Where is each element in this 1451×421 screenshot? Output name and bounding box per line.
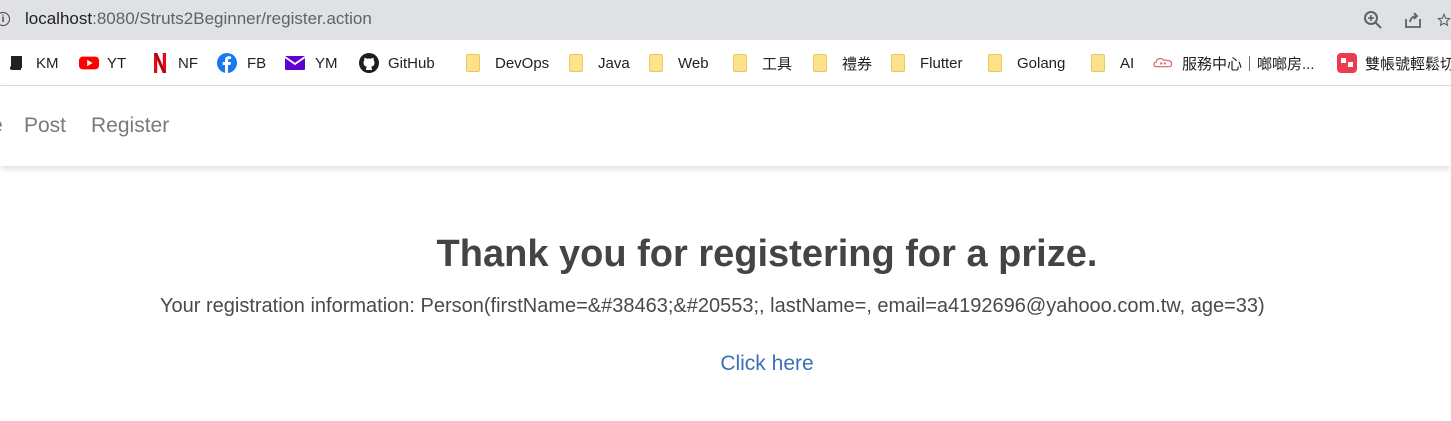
nav-link-register[interactable]: Register — [91, 114, 169, 138]
page-heading: Thank you for registering for a prize. — [436, 233, 1098, 275]
folder-icon — [730, 53, 750, 73]
app-icon — [1337, 53, 1357, 73]
bookmark-yt[interactable]: YT — [79, 52, 126, 74]
bookmark-nf[interactable]: NF — [150, 52, 198, 74]
service-icon — [1153, 53, 1173, 73]
bookmark-folder-flutter[interactable]: Flutter — [888, 52, 963, 74]
folder-icon — [566, 53, 586, 73]
bookmark-service-center[interactable]: 服務中心｜啷啷房... — [1153, 52, 1315, 74]
bookmark-folder-java[interactable]: Java — [566, 52, 630, 74]
folder-icon — [646, 53, 666, 73]
bookmark-fb[interactable]: FB — [217, 52, 266, 74]
site-info-icon[interactable]: i — [0, 12, 10, 26]
github-icon — [359, 53, 379, 73]
bookmark-label: DevOps — [495, 54, 550, 72]
bookmark-label: Java — [598, 54, 630, 72]
bookmark-folder-devops[interactable]: DevOps — [463, 52, 549, 74]
bookmark-star-icon[interactable] — [1437, 8, 1451, 32]
folder-icon — [888, 53, 908, 73]
bookmark-ym[interactable]: YM — [285, 52, 338, 74]
bookmark-label: 工具 — [762, 55, 793, 73]
address-bar-actions — [1345, 8, 1451, 32]
zoom-icon[interactable] — [1361, 8, 1385, 32]
bookmark-label: Web — [678, 54, 709, 72]
nav-link-partial[interactable]: e — [0, 114, 3, 138]
click-here-link[interactable]: Click here — [0, 350, 1451, 378]
mail-icon — [285, 53, 305, 73]
bookmark-dual-account[interactable]: 雙帳號輕鬆切 — [1337, 52, 1451, 74]
bookmark-label: YM — [315, 54, 338, 72]
folder-icon — [810, 53, 830, 73]
bookmark-label: FB — [247, 54, 267, 72]
nav-link-post[interactable]: Post — [24, 114, 66, 138]
bookmark-folder-golang[interactable]: Golang — [985, 52, 1065, 74]
bookmark-github[interactable]: GitHub — [359, 52, 435, 74]
url-host: localhost — [25, 9, 93, 28]
url-field[interactable]: localhost:8080/Struts2Beginner/register.… — [25, 9, 372, 29]
folder-icon — [1088, 53, 1108, 73]
bookmark-label: 禮券 — [842, 55, 873, 73]
share-icon[interactable] — [1401, 8, 1425, 32]
url-path: :8080/Struts2Beginner/register.action — [92, 9, 372, 28]
address-bar[interactable]: i localhost:8080/Struts2Beginner/registe… — [0, 0, 1451, 40]
registration-info: Your registration information: Person(fi… — [160, 295, 1265, 317]
bookmark-label: 服務中心｜啷啷房... — [1182, 55, 1315, 73]
bookmark-label: Golang — [1017, 54, 1066, 72]
folder-icon — [985, 53, 1005, 73]
browser-window: i localhost:8080/Struts2Beginner/registe… — [0, 0, 1451, 421]
bookmark-label: GitHub — [388, 54, 435, 72]
facebook-icon — [217, 53, 237, 73]
bookmark-label: 雙帳號輕鬆切 — [1365, 55, 1451, 73]
book-icon — [6, 53, 26, 73]
netflix-icon — [150, 53, 170, 73]
bookmark-label: NF — [178, 54, 198, 72]
bookmark-folder-vouchers[interactable]: 禮券 — [810, 52, 872, 74]
bookmark-folder-web[interactable]: Web — [646, 52, 709, 74]
folder-icon — [463, 53, 483, 73]
bookmark-folder-ai[interactable]: AI — [1088, 52, 1134, 74]
youtube-icon — [79, 53, 99, 73]
bookmark-km[interactable]: KM — [6, 52, 59, 74]
bookmarks-bar: KM YT NF FB YM GitHub DevOps Java Web 工具… — [0, 40, 1451, 86]
bookmark-label: AI — [1120, 54, 1135, 72]
bookmark-label: YT — [107, 54, 127, 72]
bookmark-label: KM — [36, 54, 59, 72]
site-navbar: e Post Register — [0, 86, 1451, 166]
bookmark-folder-tools[interactable]: 工具 — [730, 52, 792, 74]
bookmark-label: Flutter — [920, 54, 963, 72]
